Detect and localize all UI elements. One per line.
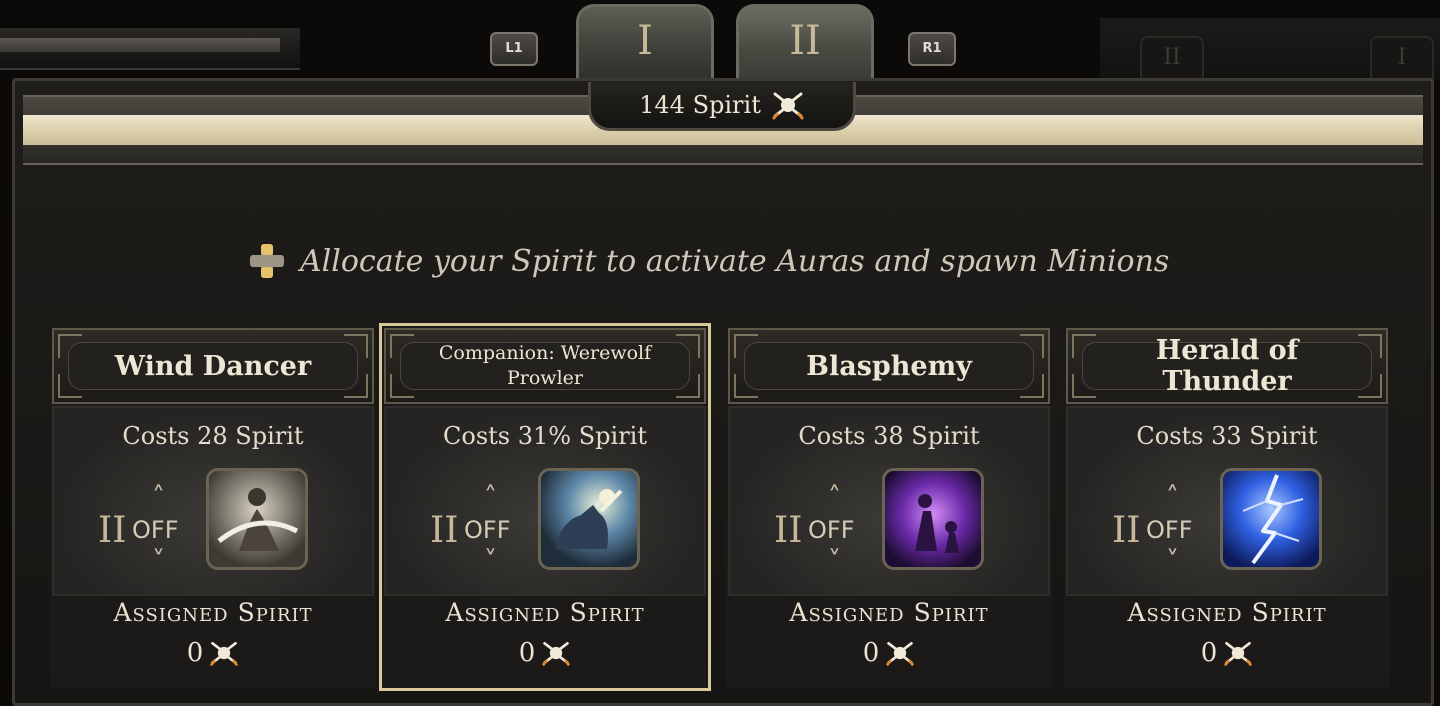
state-label: OFF (464, 516, 511, 544)
rank-label: II (1112, 510, 1141, 551)
skill-card-blasphemy[interactable]: Blasphemy Costs 38 Spirit ˄ II OFF ˅ Ass… (726, 326, 1052, 688)
assigned-spirit-value: 0 (862, 638, 880, 668)
ghost-tab: I (1370, 36, 1434, 80)
level-stepper[interactable]: ˄ II OFF ˅ (98, 482, 208, 576)
l1-button[interactable]: L1 (490, 32, 538, 66)
level-stepper[interactable]: ˄ II OFF ˅ (774, 482, 884, 576)
card-header: Companion: Werewolf Prowler (384, 328, 706, 404)
skill-card-herald-of-thunder[interactable]: Herald of Thunder Costs 33 Spirit ˄ II O… (1064, 326, 1390, 688)
skill-cost: Costs 38 Spirit (798, 422, 980, 450)
wind-dancer-icon (206, 468, 308, 570)
skill-cost: Costs 28 Spirit (122, 422, 304, 450)
spirit-icon (771, 90, 805, 120)
ghost-tab: II (1140, 36, 1204, 80)
assigned-spirit: 0 (726, 638, 1052, 668)
r1-button[interactable]: R1 (908, 32, 956, 66)
state-label: OFF (1146, 516, 1193, 544)
instruction-text: Allocate your Spirit to activate Auras a… (300, 243, 1170, 279)
instruction: Allocate your Spirit to activate Auras a… (248, 242, 1169, 280)
assigned-spirit-value: 0 (1200, 638, 1218, 668)
card-body: Costs 33 Spirit ˄ II OFF ˅ (1066, 406, 1388, 596)
card-body: Costs 31% Spirit ˄ II OFF ˅ (384, 406, 706, 596)
spirit-icon (541, 639, 571, 667)
rank-label: II (98, 510, 127, 551)
assigned-spirit-label: Assigned Spirit (445, 598, 645, 627)
skill-name: Wind Dancer (114, 350, 312, 382)
werewolf-prowler-icon (538, 468, 640, 570)
level-stepper[interactable]: ˄ II OFF ˅ (430, 482, 540, 576)
top-left-bar (0, 28, 300, 70)
state-label: OFF (132, 516, 179, 544)
tab-II[interactable]: II (736, 4, 874, 81)
assigned-spirit: 0 (382, 638, 708, 668)
card-header: Herald of Thunder (1066, 328, 1388, 404)
level-stepper[interactable]: ˄ II OFF ˅ (1112, 482, 1222, 576)
spirit-icon (1223, 639, 1253, 667)
assigned-spirit-value: 0 (186, 638, 204, 668)
skill-name: Blasphemy (806, 350, 972, 382)
assigned-spirit: 0 (50, 638, 376, 668)
spirit-icon (885, 639, 915, 667)
card-body: Costs 38 Spirit ˄ II OFF ˅ (728, 406, 1050, 596)
skill-name: Herald of Thunder (1155, 335, 1299, 397)
top-right-bar: II I (1100, 18, 1440, 80)
rank-label: II (774, 510, 803, 551)
assigned-spirit-label: Assigned Spirit (1127, 598, 1327, 627)
card-body: Costs 28 Spirit ˄ II OFF ˅ (52, 406, 374, 596)
tab-I[interactable]: I (576, 4, 714, 81)
assigned-spirit-value: 0 (518, 638, 536, 668)
skill-cost: Costs 31% Spirit (443, 422, 647, 450)
card-header: Wind Dancer (52, 328, 374, 404)
rank-label: II (430, 510, 459, 551)
card-header: Blasphemy (728, 328, 1050, 404)
assigned-spirit-label: Assigned Spirit (789, 598, 989, 627)
skill-card-wind-dancer[interactable]: Wind Dancer Costs 28 Spirit ˄ II OFF ˅ A… (50, 326, 376, 688)
herald-of-thunder-icon (1220, 468, 1322, 570)
skill-name: Companion: Werewolf Prowler (438, 342, 652, 389)
spirit-total: 144 Spirit (639, 91, 761, 119)
dpad-icon (248, 242, 286, 280)
blasphemy-icon (882, 468, 984, 570)
spirit-total-badge: 144 Spirit (588, 82, 856, 131)
skill-cost: Costs 33 Spirit (1136, 422, 1318, 450)
spirit-icon (209, 639, 239, 667)
state-label: OFF (808, 516, 855, 544)
assigned-spirit: 0 (1064, 638, 1390, 668)
skill-card-werewolf-prowler[interactable]: Companion: Werewolf Prowler Costs 31% Sp… (379, 323, 711, 691)
assigned-spirit-label: Assigned Spirit (113, 598, 313, 627)
